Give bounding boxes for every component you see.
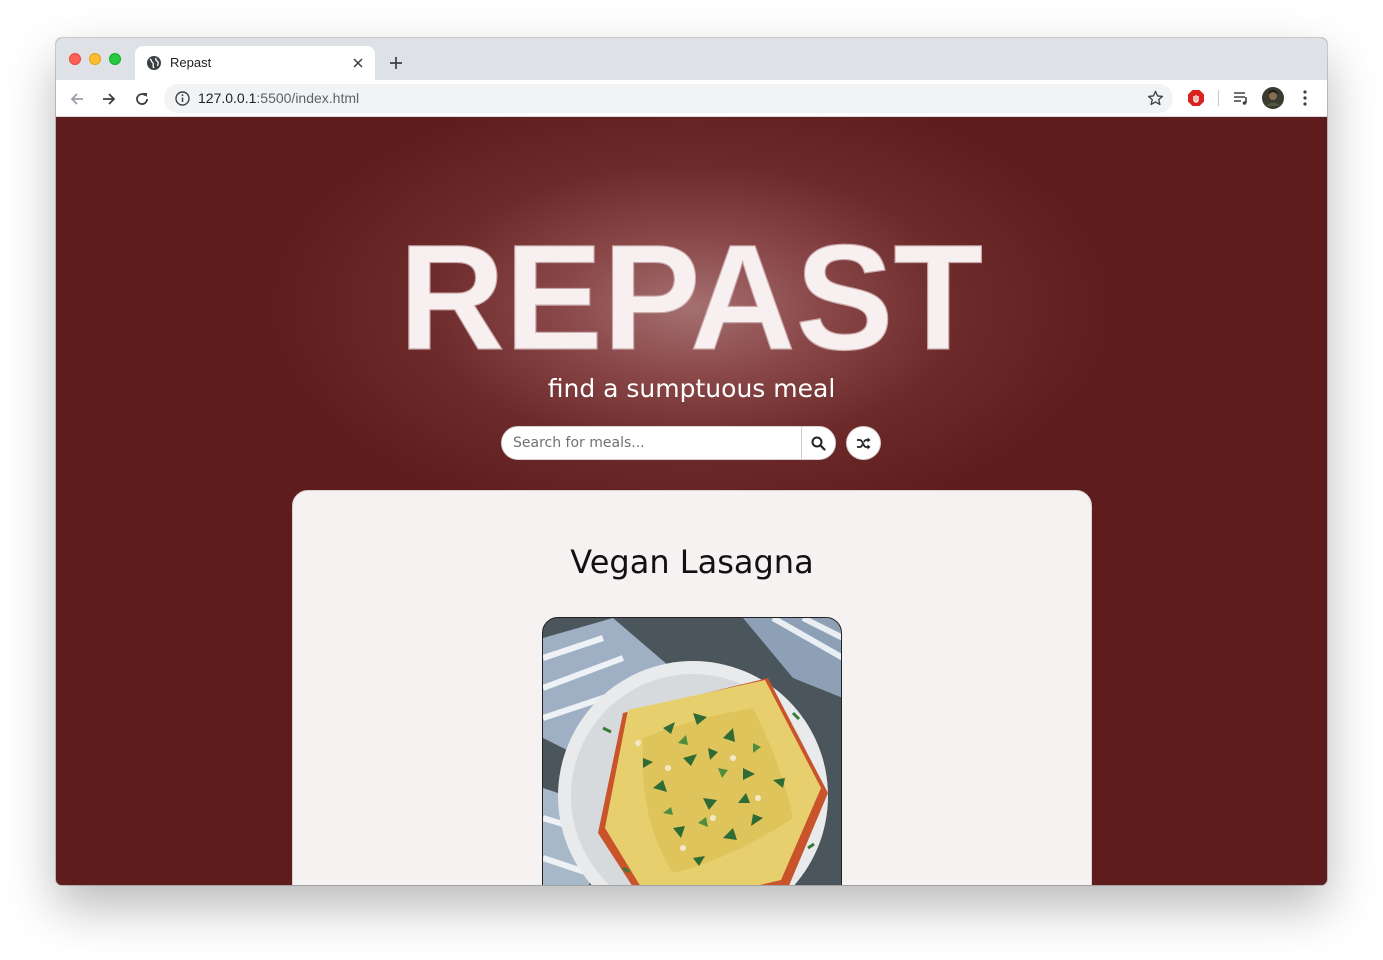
tab-title: Repast: [170, 55, 212, 70]
forward-button[interactable]: [97, 87, 121, 111]
meal-image: [542, 617, 842, 885]
search-button[interactable]: [801, 427, 835, 459]
tagline: find a sumptuous meal: [547, 374, 836, 403]
reload-icon: [136, 93, 148, 105]
close-tab-icon[interactable]: [349, 54, 367, 72]
search-bar: [501, 426, 836, 460]
url-host: 127.0.0.1: [198, 90, 257, 106]
globe-icon: [147, 56, 161, 70]
profile-avatar[interactable]: [1261, 86, 1285, 110]
tab-repast[interactable]: Repast: [135, 46, 375, 80]
lasagna-image-illustration: [543, 618, 841, 885]
meal-card: Vegan Lasagna: [292, 490, 1092, 885]
svg-text:REPAST: REPAST: [399, 235, 983, 365]
address-bar[interactable]: 127.0.0.1:5500/index.html: [164, 84, 1173, 113]
arrow-right-icon: [103, 93, 116, 105]
browser-window: Repast 127.0.0.1:5500/index.html REPAST …: [56, 38, 1327, 885]
search-icon: [811, 436, 826, 451]
bookmark-star-icon[interactable]: [1146, 89, 1165, 108]
shuffle-icon: [857, 437, 871, 449]
url-path: :5500/index.html: [256, 90, 360, 106]
minimize-window-button[interactable]: [89, 53, 101, 65]
repast-logo: REPAST: [398, 235, 983, 365]
reload-button[interactable]: [130, 87, 154, 111]
browser-toolbar: 127.0.0.1:5500/index.html: [56, 80, 1327, 117]
meal-title: Vegan Lasagna: [570, 543, 814, 581]
url-text: 127.0.0.1:5500/index.html: [198, 90, 359, 106]
search-input[interactable]: [502, 427, 801, 459]
zoom-window-button[interactable]: [109, 53, 121, 65]
close-window-button[interactable]: [69, 53, 81, 65]
tab-strip: Repast: [56, 38, 1327, 80]
info-icon[interactable]: [174, 90, 191, 107]
random-meal-button[interactable]: [846, 426, 881, 460]
arrow-left-icon: [70, 93, 83, 105]
new-tab-button[interactable]: [384, 51, 408, 75]
toolbar-separator: [1218, 90, 1219, 106]
adblock-extension-icon[interactable]: [1184, 86, 1208, 110]
back-button[interactable]: [65, 87, 89, 111]
page-content: REPAST find a sumptuous meal Vegan Lasag…: [56, 117, 1327, 885]
media-queue-icon[interactable]: [1229, 86, 1253, 110]
menu-kebab-icon[interactable]: [1293, 86, 1317, 110]
